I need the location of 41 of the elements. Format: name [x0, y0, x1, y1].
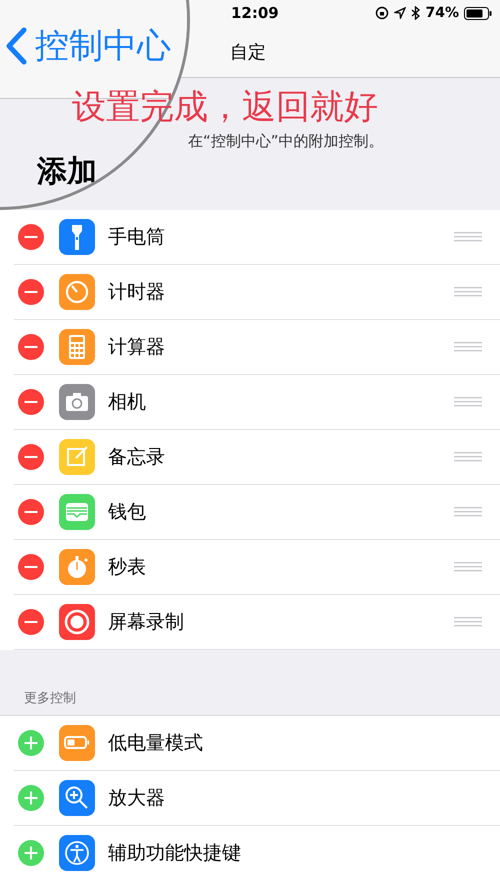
remove-icon[interactable] [18, 609, 44, 635]
reorder-handle-icon[interactable] [454, 396, 482, 408]
remove-icon[interactable] [18, 444, 44, 470]
control-label: 低电量模式 [108, 731, 204, 756]
section-description: 在“控制中心”中的附加控制。 [188, 132, 384, 151]
reorder-handle-icon[interactable] [454, 286, 482, 298]
control-label: 相机 [108, 390, 147, 415]
battery-icon [464, 6, 492, 20]
section-header: 更多控制 [24, 690, 76, 707]
control-label: 计时器 [108, 280, 166, 305]
control-label: 辅助功能快捷键 [108, 841, 242, 866]
control-label: 钱包 [108, 500, 147, 525]
reorder-handle-icon[interactable] [454, 231, 482, 243]
remove-icon[interactable] [18, 224, 44, 250]
remove-icon[interactable] [18, 389, 44, 415]
control-label: 计算器 [108, 335, 166, 360]
back-chevron-icon[interactable] [5, 27, 27, 65]
control-label: 秒表 [108, 555, 147, 580]
control-label: 备忘录 [108, 445, 166, 470]
reorder-handle-icon[interactable] [454, 616, 482, 628]
reorder-handle-icon[interactable] [454, 341, 482, 353]
remove-icon[interactable] [18, 279, 44, 305]
section-heading: 添加 [37, 153, 97, 191]
reorder-handle-icon[interactable] [454, 506, 482, 518]
nav-title: 自定 [230, 40, 266, 64]
location-icon [394, 7, 406, 19]
control-label: 屏幕录制 [108, 610, 185, 635]
status-time: 12:09 [231, 4, 279, 22]
remove-icon[interactable] [18, 499, 44, 525]
control-label: 手电筒 [108, 225, 166, 250]
orientation-lock-icon [375, 6, 390, 20]
remove-icon[interactable] [18, 554, 44, 580]
add-icon[interactable] [18, 730, 44, 756]
battery-percent: 74% [425, 5, 459, 21]
add-icon[interactable] [18, 785, 44, 811]
reorder-handle-icon[interactable] [454, 561, 482, 573]
control-label: 放大器 [108, 786, 166, 811]
reorder-handle-icon[interactable] [454, 451, 482, 463]
add-icon[interactable] [18, 840, 44, 866]
bluetooth-icon [411, 6, 420, 20]
remove-icon[interactable] [18, 334, 44, 360]
